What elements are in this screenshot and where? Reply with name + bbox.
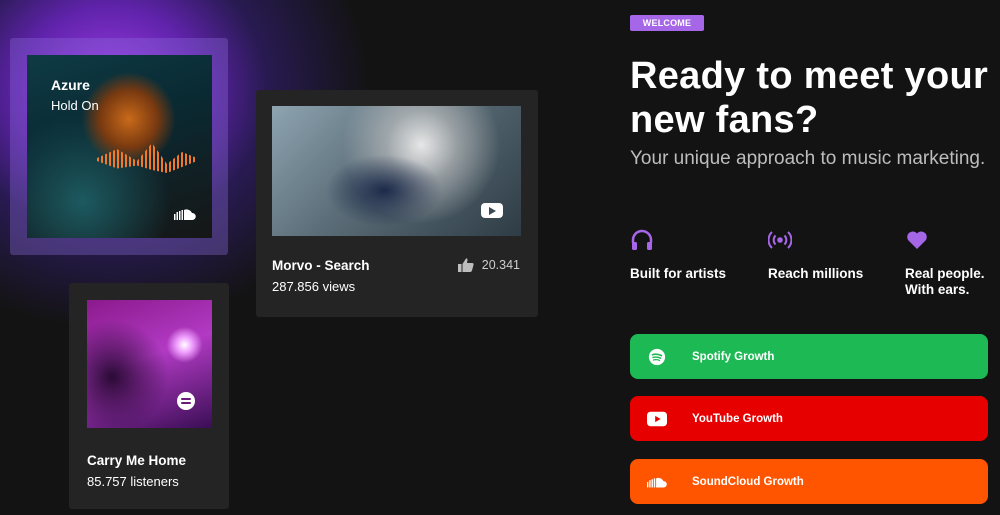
- video-thumbnail[interactable]: [272, 106, 521, 236]
- spotify-icon: [177, 392, 195, 410]
- button-label: YouTube Growth: [692, 412, 783, 425]
- video-views: 287.856 views: [272, 279, 356, 294]
- heart-icon: [907, 231, 927, 249]
- like-count: 20.341: [457, 258, 520, 272]
- youtube-growth-button[interactable]: YouTube Growth: [630, 396, 988, 441]
- artist-track-title: Carry Me Home: [87, 453, 187, 468]
- waveform-graphic: [97, 143, 197, 173]
- feature-built-for-artists: Built for artists: [630, 228, 740, 282]
- headphones-icon: [631, 229, 653, 250]
- feature-label: Reach millions: [768, 266, 864, 281]
- feature-label: Real people. With ears.: [905, 266, 985, 297]
- spotify-icon: [647, 347, 667, 367]
- feature-label: Built for artists: [630, 266, 727, 281]
- track-artwork: Azure Hold On: [27, 55, 212, 238]
- feature-reach-millions: Reach millions: [768, 228, 878, 282]
- page-title: Ready to meet your new fans?: [630, 55, 989, 141]
- track-card-azure[interactable]: Azure Hold On: [10, 38, 228, 255]
- page-subtitle: Your unique approach to music marketing.: [630, 148, 986, 169]
- welcome-badge: WELCOME: [630, 15, 704, 31]
- soundcloud-icon: [174, 209, 196, 220]
- thumbs-up-icon: [457, 258, 474, 272]
- like-count-value: 20.341: [481, 258, 520, 272]
- youtube-icon: [647, 409, 667, 429]
- broadcast-icon: [768, 231, 792, 249]
- artist-photo: [87, 300, 212, 428]
- spotify-growth-button[interactable]: Spotify Growth: [630, 334, 988, 379]
- soundcloud-icon: [647, 472, 667, 492]
- listener-count: 85.757 listeners: [87, 474, 179, 489]
- track-title: Hold On: [51, 98, 99, 113]
- soundcloud-growth-button[interactable]: SoundCloud Growth: [630, 459, 988, 504]
- video-card-morvo[interactable]: Morvo - Search 287.856 views 20.341: [256, 90, 538, 317]
- artist-card-carry[interactable]: Carry Me Home 85.757 listeners: [69, 283, 229, 509]
- track-artist: Azure: [51, 77, 90, 93]
- video-title: Morvo - Search: [272, 258, 370, 273]
- button-label: SoundCloud Growth: [692, 475, 804, 488]
- button-label: Spotify Growth: [692, 350, 775, 363]
- feature-real-people: Real people. With ears.: [905, 228, 1000, 298]
- youtube-icon: [481, 203, 503, 218]
